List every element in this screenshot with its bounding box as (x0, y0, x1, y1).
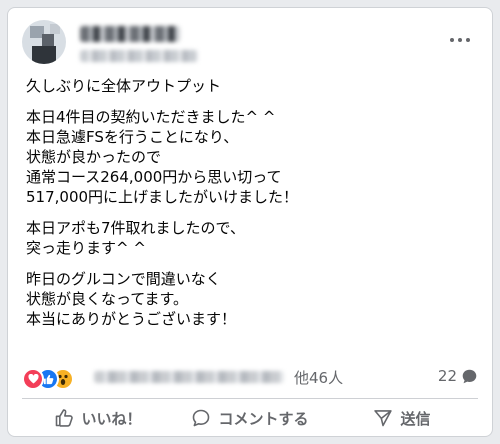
post-line: 状態が良くなってます。 (26, 290, 189, 308)
more-dot-icon (450, 38, 454, 42)
comment-label: コメントする (218, 409, 309, 428)
reactor-names[interactable] (94, 371, 284, 383)
post-timestamp[interactable] (80, 50, 198, 62)
share-label: 送信 (400, 409, 431, 428)
post-card: 久しぶりに全体アウトプット 本日4件目の契約いただきました^ ^ 本日急遽FSを… (7, 7, 493, 437)
post-line: 本日4件目の契約いただきました^ ^ (26, 108, 276, 126)
send-icon (374, 410, 393, 427)
post-line: 昨日のグルコンで間違いなく (26, 270, 221, 288)
post-paragraph: 本日4件目の契約いただきました^ ^ 本日急遽FSを行うことになり、 状態が良か… (26, 107, 476, 207)
post-line: 通常コース264,000円から思い切って (26, 168, 282, 186)
comments-count-value: 22 (437, 367, 457, 385)
share-button[interactable]: 送信 (326, 400, 478, 436)
post-line: 突っ走ります^ ^ (26, 239, 146, 257)
love-reaction-icon[interactable] (22, 368, 44, 390)
reactions-count[interactable]: 他46人 (294, 367, 343, 388)
like-button[interactable]: いいね！ (22, 400, 174, 436)
post-line: 517,000円に上げましたがいけました！ (26, 188, 299, 206)
like-label: いいね！ (81, 409, 142, 428)
avatar[interactable] (22, 20, 66, 64)
post-actions: いいね！ コメントする 送信 (22, 400, 478, 436)
comment-icon (193, 409, 210, 427)
more-dot-icon (458, 38, 462, 42)
reactions-bar: 他46人 22 (22, 366, 478, 390)
author-name[interactable] (80, 26, 180, 42)
post-header (22, 20, 478, 68)
post-paragraph: 本日アポも7件取れましたので、 突っ走ります^ ^ (26, 218, 476, 258)
comment-bubble-icon (462, 369, 477, 383)
more-options-button[interactable] (442, 30, 478, 50)
comments-count[interactable]: 22 (438, 367, 478, 385)
post-paragraph: 久しぶりに全体アウトプット (26, 76, 476, 96)
post-body: 久しぶりに全体アウトプット 本日4件目の契約いただきました^ ^ 本日急遽FSを… (26, 76, 476, 340)
post-line: 本日急遽FSを行うことになり、 (26, 128, 239, 146)
more-dot-icon (466, 38, 470, 42)
post-line: 久しぶりに全体アウトプット (26, 77, 222, 95)
thumbs-up-icon (56, 409, 74, 427)
post-line: 状態が良かったので (26, 148, 162, 166)
post-line: 本当にありがとうございます！ (26, 310, 237, 328)
post-line: 本日アポも7件取れましたので、 (26, 219, 245, 237)
comment-button[interactable]: コメントする (174, 400, 326, 436)
post-paragraph: 昨日のグルコンで間違いなく 状態が良くなってます。 本当にありがとうございます！ (26, 269, 476, 329)
actions-divider (22, 398, 478, 399)
